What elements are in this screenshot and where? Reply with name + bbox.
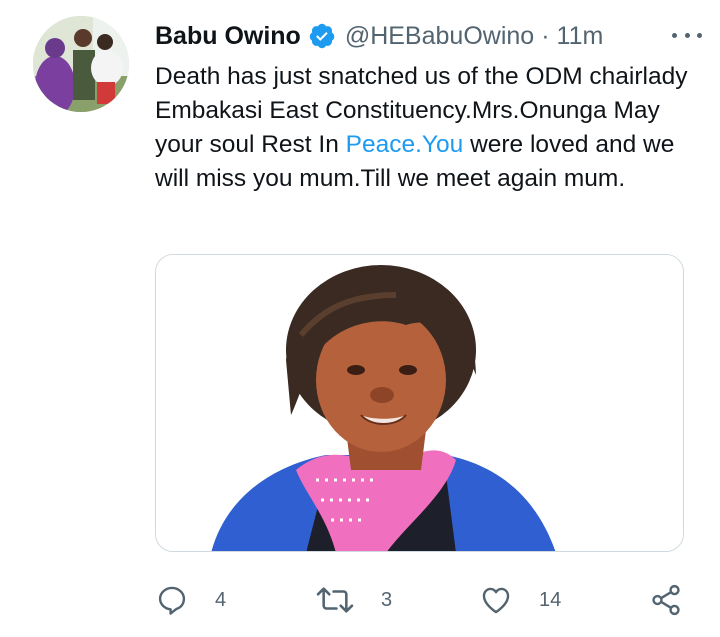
dot-2 [684, 32, 690, 38]
tweet-text: Death has just snatched us of the ODM ch… [155, 60, 700, 196]
tweet-media-image[interactable] [155, 254, 684, 552]
tweet-timestamp[interactable]: 11m [557, 22, 604, 51]
author-name[interactable]: Babu Owino [155, 22, 301, 51]
share-button[interactable] [649, 580, 683, 620]
dot-3 [697, 32, 702, 38]
retweet-icon [316, 587, 354, 613]
share-icon [652, 584, 680, 616]
like-button[interactable]: 14 [479, 580, 561, 620]
heart-icon [482, 587, 510, 614]
tweet-header: Babu Owino @HEBabuOwino · 11m [155, 16, 695, 56]
portrait-photo [156, 255, 683, 551]
separator-dot: · [541, 21, 550, 50]
author-avatar[interactable] [33, 16, 129, 112]
author-handle[interactable]: @HEBabuOwino [345, 22, 534, 51]
verified-badge-icon [308, 22, 336, 50]
dot-1 [672, 32, 677, 38]
avatar-photo [33, 16, 129, 112]
reply-count: 4 [215, 588, 227, 611]
tweet-actions: 4 3 14 [155, 580, 695, 620]
like-count: 14 [539, 588, 562, 611]
tweet-link[interactable]: Peace.You [346, 131, 464, 158]
reply-icon [158, 586, 186, 615]
retweet-count: 3 [381, 588, 393, 611]
more-options-icon[interactable] [672, 30, 702, 40]
retweet-button[interactable]: 3 [315, 580, 392, 620]
tweet-card[interactable]: Babu Owino @HEBabuOwino · 11m Death has … [0, 0, 720, 637]
reply-button[interactable]: 4 [155, 580, 226, 620]
